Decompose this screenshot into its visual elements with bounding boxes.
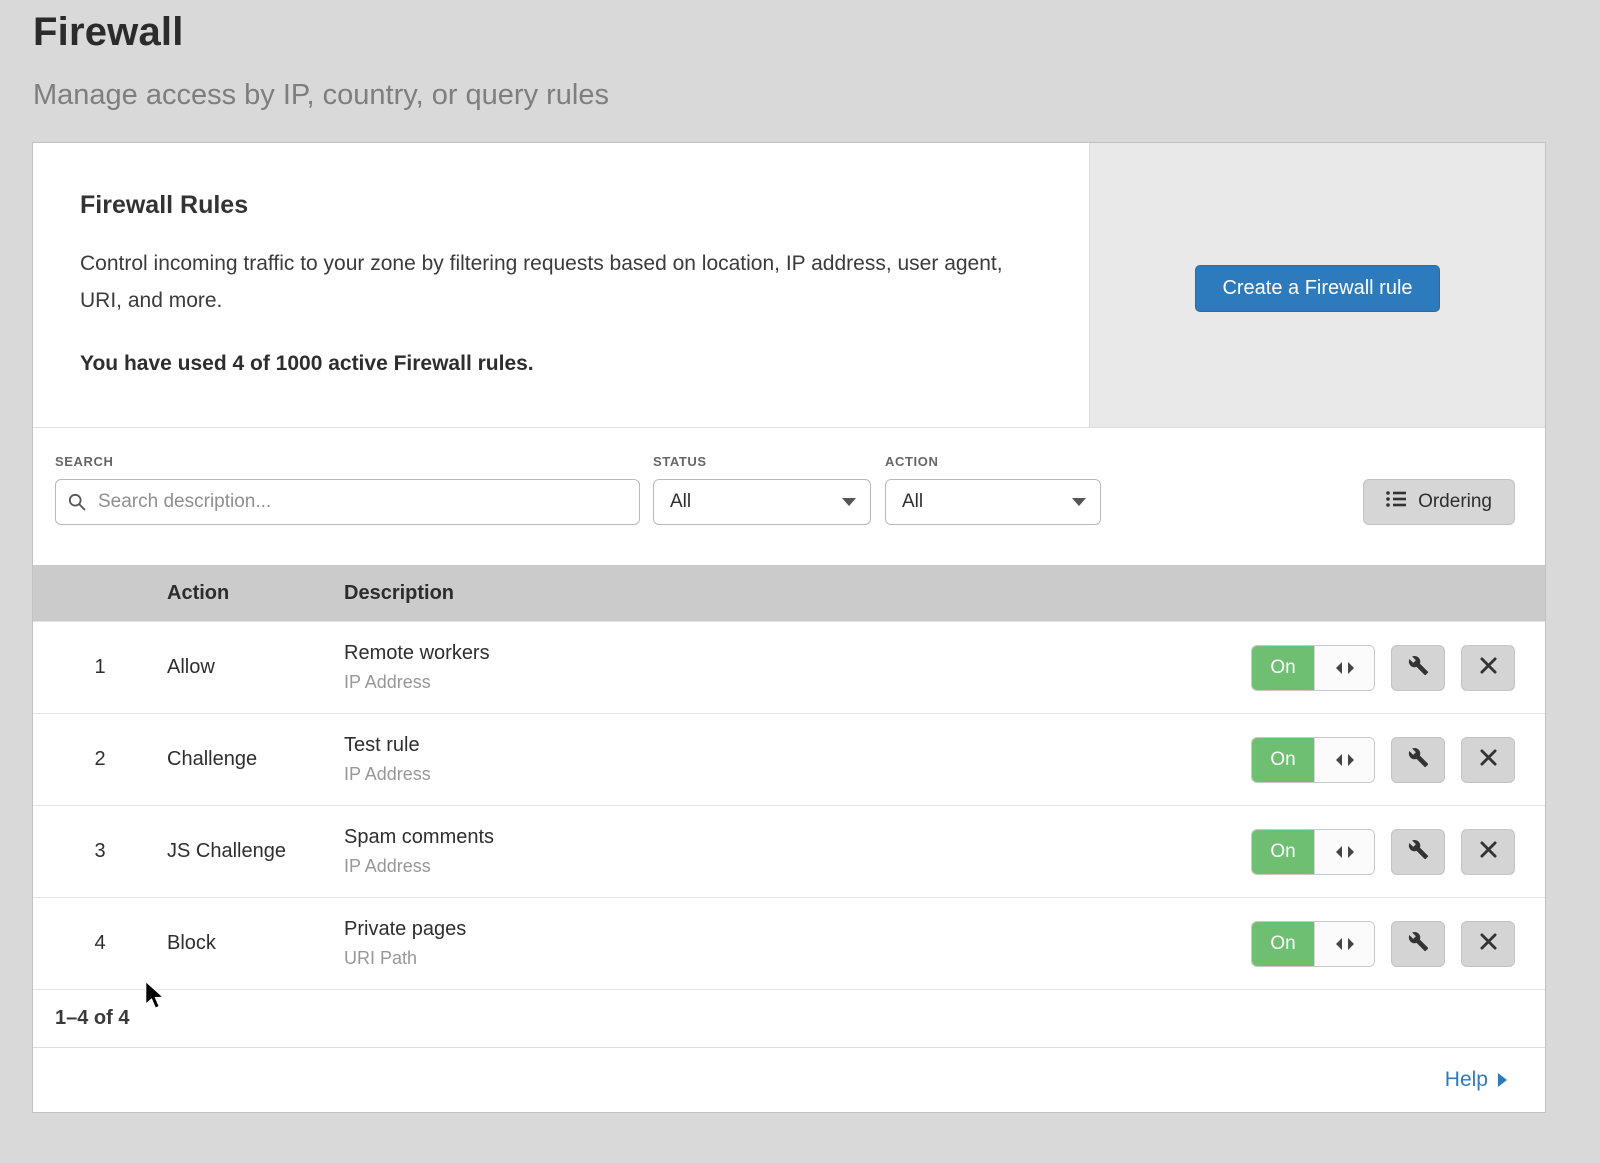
arrow-right-icon — [1498, 1073, 1507, 1087]
edit-rule-button[interactable] — [1391, 921, 1445, 967]
filters-bar: SEARCH STATUS All ACTION All — [33, 428, 1545, 565]
ordering-button[interactable]: Ordering — [1363, 479, 1515, 525]
delete-rule-button[interactable] — [1461, 645, 1515, 691]
rule-description-title: Remote workers — [344, 642, 1251, 665]
rule-match-type: URI Path — [344, 948, 1251, 969]
help-link[interactable]: Help — [1445, 1068, 1507, 1092]
rule-match-type: IP Address — [344, 672, 1251, 693]
close-icon — [1480, 657, 1497, 679]
table-row: 1 Allow Remote workers IP Address On — [33, 621, 1545, 713]
rules-usage-text: You have used 4 of 1000 active Firewall … — [80, 352, 1041, 376]
card-title: Firewall Rules — [80, 191, 1041, 220]
search-icon — [68, 493, 86, 516]
page-header: Firewall Manage access by IP, country, o… — [0, 0, 1600, 112]
toggle-on-button[interactable]: On — [1252, 922, 1314, 966]
reorder-arrows-button[interactable] — [1314, 830, 1374, 874]
rule-toggle: On — [1251, 829, 1375, 875]
search-label: SEARCH — [55, 454, 640, 469]
search-filter-group: SEARCH — [55, 454, 640, 525]
pagination-bar: 1–4 of 4 — [33, 989, 1545, 1047]
action-filter-group: ACTION All — [885, 454, 1101, 525]
edit-rule-button[interactable] — [1391, 737, 1445, 783]
create-rule-panel: Create a Firewall rule — [1089, 143, 1545, 427]
rule-description-title: Test rule — [344, 734, 1251, 757]
status-label: STATUS — [653, 454, 871, 469]
delete-rule-button[interactable] — [1461, 737, 1515, 783]
rule-description: Test rule IP Address — [344, 734, 1251, 785]
search-input[interactable] — [55, 479, 640, 525]
rule-description: Remote workers IP Address — [344, 642, 1251, 693]
ordering-button-label: Ordering — [1418, 491, 1492, 513]
rule-controls: On — [1251, 829, 1545, 875]
delete-rule-button[interactable] — [1461, 921, 1515, 967]
column-description: Description — [344, 582, 1545, 605]
action-select[interactable]: All — [885, 479, 1101, 525]
column-action: Action — [167, 582, 344, 605]
create-firewall-rule-button[interactable]: Create a Firewall rule — [1195, 265, 1439, 312]
action-label: ACTION — [885, 454, 1101, 469]
wrench-icon — [1408, 655, 1429, 681]
firewall-rules-info: Firewall Rules Control incoming traffic … — [33, 143, 1089, 427]
rule-match-type: IP Address — [344, 856, 1251, 877]
rule-match-type: IP Address — [344, 764, 1251, 785]
rule-toggle: On — [1251, 921, 1375, 967]
table-row: 2 Challenge Test rule IP Address On — [33, 713, 1545, 805]
table-row: 4 Block Private pages URI Path On — [33, 897, 1545, 989]
rule-action: Challenge — [167, 748, 344, 771]
page-title: Firewall — [33, 10, 1600, 55]
delete-rule-button[interactable] — [1461, 829, 1515, 875]
wrench-icon — [1408, 747, 1429, 773]
rule-priority: 1 — [33, 656, 167, 679]
page-subtitle: Manage access by IP, country, or query r… — [33, 79, 1600, 112]
reorder-arrows-button[interactable] — [1314, 646, 1374, 690]
table-row: 3 JS Challenge Spam comments IP Address … — [33, 805, 1545, 897]
rule-description-title: Spam comments — [344, 826, 1251, 849]
wrench-icon — [1408, 839, 1429, 865]
rule-description: Private pages URI Path — [344, 918, 1251, 969]
toggle-on-button[interactable]: On — [1252, 830, 1314, 874]
close-icon — [1480, 841, 1497, 863]
pagination-text: 1–4 of 4 — [55, 1007, 129, 1030]
rule-controls: On — [1251, 737, 1545, 783]
status-select[interactable]: All — [653, 479, 871, 525]
firewall-panel: Firewall Rules Control incoming traffic … — [33, 143, 1545, 1112]
firewall-rules-card: Firewall Rules Control incoming traffic … — [33, 143, 1545, 428]
ordering-list-icon — [1386, 490, 1406, 514]
rule-description: Spam comments IP Address — [344, 826, 1251, 877]
close-icon — [1480, 933, 1497, 955]
rule-action: JS Challenge — [167, 840, 344, 863]
reorder-arrows-button[interactable] — [1314, 922, 1374, 966]
rule-priority: 3 — [33, 840, 167, 863]
rule-action: Block — [167, 932, 344, 955]
rule-priority: 2 — [33, 748, 167, 771]
rule-action: Allow — [167, 656, 344, 679]
rule-priority: 4 — [33, 932, 167, 955]
chevron-down-icon — [1072, 498, 1086, 506]
reorder-arrows-button[interactable] — [1314, 738, 1374, 782]
panel-footer: Help — [33, 1047, 1545, 1112]
wrench-icon — [1408, 931, 1429, 957]
edit-rule-button[interactable] — [1391, 645, 1445, 691]
help-link-label: Help — [1445, 1068, 1488, 1092]
rule-description-title: Private pages — [344, 918, 1251, 941]
chevron-down-icon — [842, 498, 856, 506]
search-input-wrap — [55, 479, 640, 525]
rule-controls: On — [1251, 645, 1545, 691]
card-description: Control incoming traffic to your zone by… — [80, 246, 1025, 320]
rule-toggle: On — [1251, 645, 1375, 691]
table-header: Action Description — [33, 565, 1545, 621]
status-filter-group: STATUS All — [653, 454, 871, 525]
rule-controls: On — [1251, 921, 1545, 967]
action-selected-value: All — [902, 491, 923, 513]
close-icon — [1480, 749, 1497, 771]
edit-rule-button[interactable] — [1391, 829, 1445, 875]
status-selected-value: All — [670, 491, 691, 513]
rule-toggle: On — [1251, 737, 1375, 783]
toggle-on-button[interactable]: On — [1252, 646, 1314, 690]
toggle-on-button[interactable]: On — [1252, 738, 1314, 782]
